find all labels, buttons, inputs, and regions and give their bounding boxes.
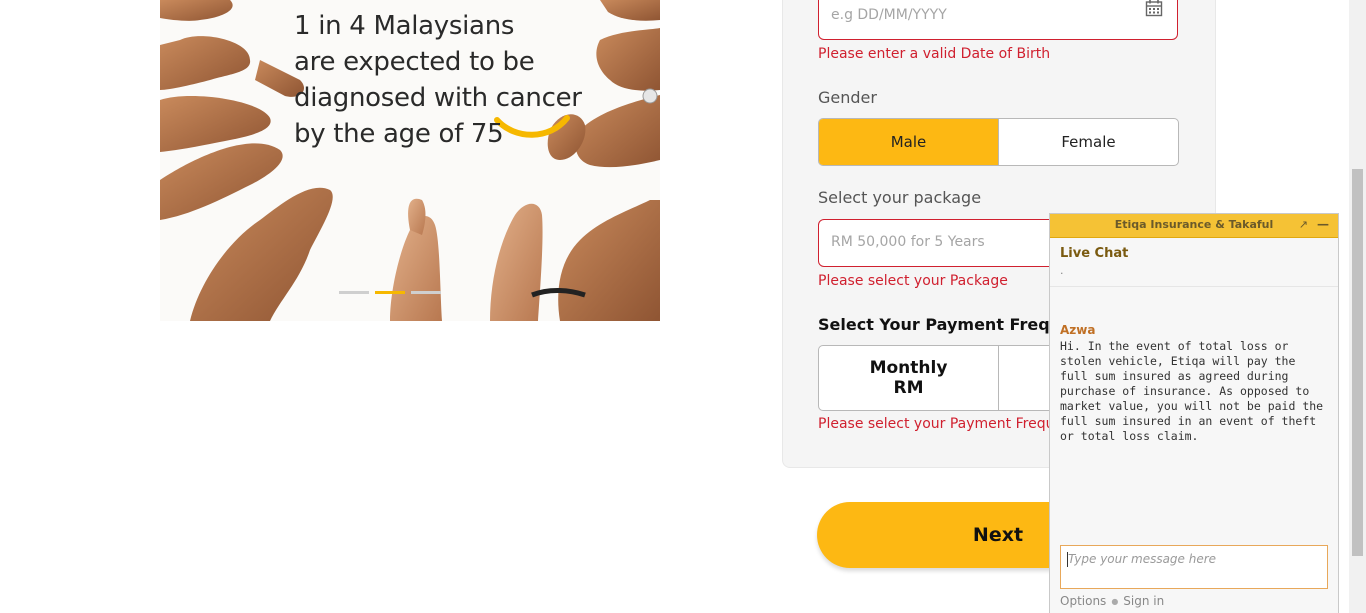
banner-line: diagnosed with cancer [294,83,582,113]
package-error: Please select your Package [818,273,1008,289]
chat-footer: Options ● Sign in [1060,594,1164,608]
chat-header[interactable]: Etiqa Insurance & Takaful ↗ — [1050,214,1338,238]
chat-title: Etiqa Insurance & Takaful [1114,218,1274,231]
banner-headline: 1 in 4 Malaysians are expected to be dia… [294,8,582,152]
chat-input-placeholder: Type your message here [1068,552,1217,566]
chat-status: . [1060,264,1064,277]
banner-line: 1 in 4 Malaysians [294,11,515,41]
scrollbar-thumb[interactable] [1352,169,1363,556]
hero-banner: 1 in 4 Malaysians are expected to be dia… [160,0,660,321]
dob-placeholder: e.g DD/MM/YYYY [831,7,947,23]
carousel-dot-2[interactable] [375,291,405,294]
carousel-indicators [339,291,441,294]
live-chat-widget: Etiqa Insurance & Takaful ↗ — Live Chat … [1049,213,1339,613]
banner-line: are expected to be [294,47,535,77]
chat-options-link[interactable]: Options [1060,594,1106,608]
gender-label: Gender [818,88,877,107]
dob-field[interactable]: e.g DD/MM/YYYY [818,0,1178,40]
page-scrollbar[interactable] [1349,0,1366,613]
dob-error: Please enter a valid Date of Birth [818,46,1051,62]
minimize-icon[interactable]: — [1317,217,1329,231]
chat-signin-link[interactable]: Sign in [1123,594,1164,608]
agent-message: Hi. In the event of total loss or stolen… [1060,339,1324,443]
freq-monthly-option[interactable]: Monthly RM [819,346,999,410]
live-chat-heading: Live Chat [1060,246,1129,261]
gender-toggle: Male Female [818,118,1179,166]
chat-message-input[interactable]: Type your message here [1060,545,1328,589]
gender-male-button[interactable]: Male [819,119,998,165]
carousel-dot-3[interactable] [411,291,441,294]
payment-frequency-error: Please select your Payment Frequenc [818,416,1080,432]
agent-name: Azwa [1060,323,1096,337]
gender-female-button[interactable]: Female [999,119,1178,165]
calendar-icon[interactable] [1145,0,1163,17]
package-label: Select your package [818,188,982,207]
footer-separator: ● [1111,596,1119,606]
freq-monthly-amount: RM [893,378,924,398]
chat-divider [1050,286,1338,287]
package-placeholder: RM 50,000 for 5 Years [831,234,985,250]
banner-line: by the age of 75 [294,119,504,149]
freq-monthly-title: Monthly [869,358,948,378]
carousel-dot-1[interactable] [339,291,369,294]
popout-icon[interactable]: ↗ [1299,218,1308,231]
